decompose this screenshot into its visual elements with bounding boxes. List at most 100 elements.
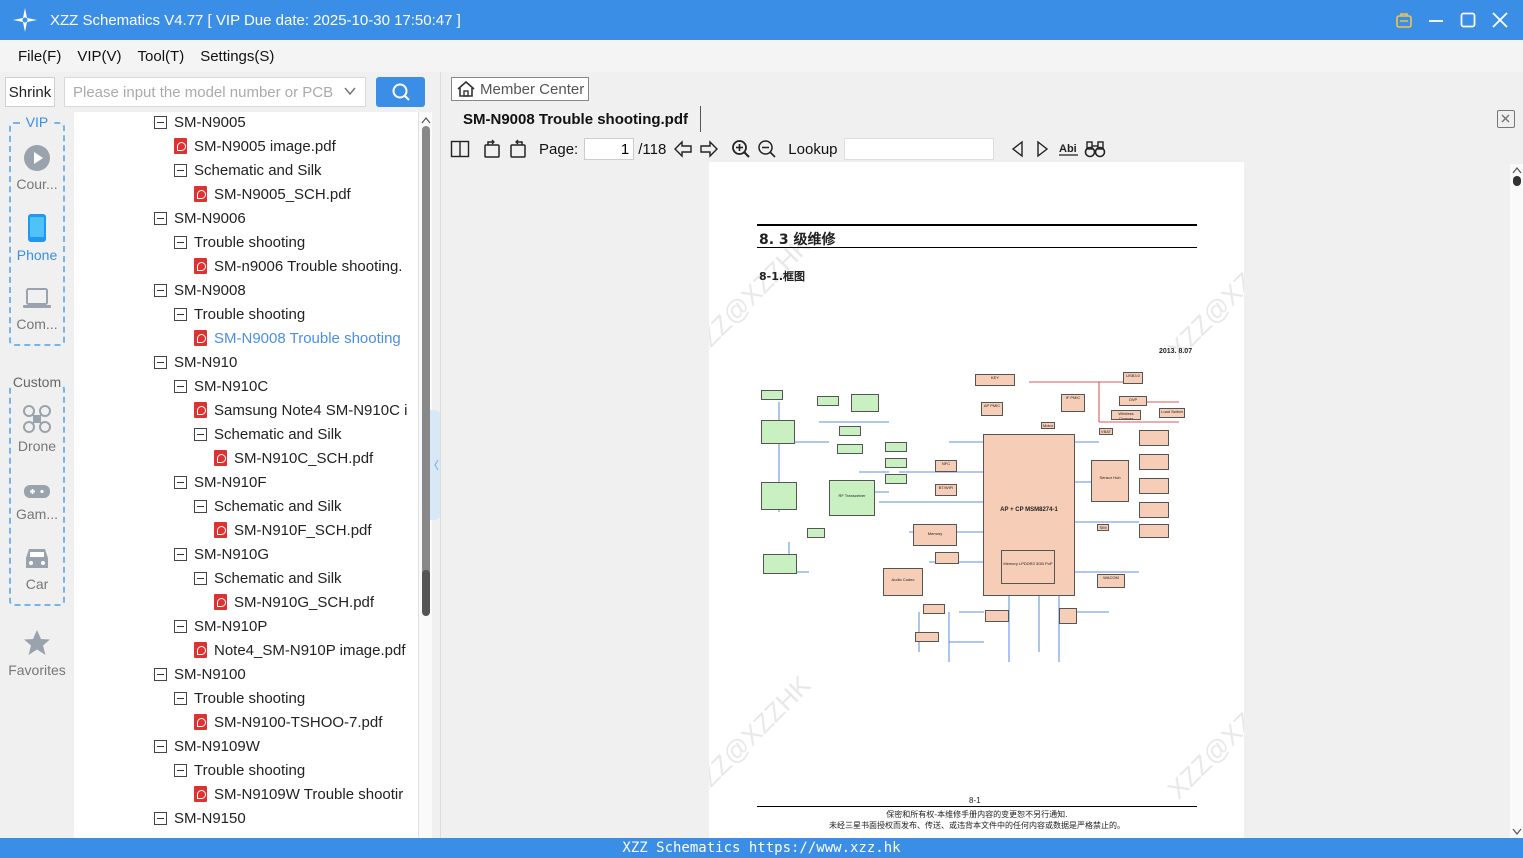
collapse-toggle-icon[interactable] [174, 619, 187, 633]
tree-folder-item[interactable]: SM-N9150 [154, 806, 246, 830]
wireless-charger-block: Wireless Charger [1111, 410, 1141, 420]
tree-file-item[interactable]: SM-N9109W Trouble shootir [194, 782, 403, 806]
collapse-toggle-icon[interactable] [154, 355, 167, 369]
collapse-toggle-icon[interactable] [174, 547, 187, 561]
next-page-icon[interactable] [698, 138, 720, 160]
nav-favorites[interactable]: Favorites [0, 628, 74, 678]
tree-file-item[interactable]: Samsung Note4 SM-N910C i [194, 398, 407, 422]
tree-file-item[interactable]: SM-n9006 Trouble shooting. [194, 254, 402, 278]
page-number-input[interactable] [584, 138, 635, 160]
viewer-scroll-thumb[interactable] [1513, 176, 1521, 186]
scroll-up-icon[interactable] [1511, 165, 1523, 175]
tree-folder-item[interactable]: SM-N910P [174, 614, 267, 638]
maximize-icon[interactable] [1459, 11, 1477, 29]
find-next-icon[interactable] [1032, 138, 1054, 160]
menu-file[interactable]: File(F) [10, 48, 69, 65]
tree-folder-item[interactable]: SM-N9006 [154, 206, 246, 230]
collapse-toggle-icon[interactable] [154, 667, 167, 681]
tree-folder-item[interactable]: SM-N910G [174, 542, 269, 566]
tree-folder-item[interactable]: Schematic and Silk [174, 158, 322, 182]
scroll-up-icon[interactable] [420, 115, 432, 125]
nav-computer[interactable]: Com... [0, 286, 74, 332]
collapse-toggle-icon[interactable] [174, 163, 187, 177]
nav-games[interactable]: Gam... [0, 480, 74, 522]
scroll-down-icon[interactable] [1511, 827, 1523, 837]
collapse-toggle-icon[interactable] [194, 571, 207, 585]
tree-folder-item[interactable]: SM-N910 [154, 350, 237, 374]
tree-file-item[interactable]: SM-N9100-TSHOO-7.pdf [194, 710, 382, 734]
prev-page-icon[interactable] [672, 138, 694, 160]
tree-file-item[interactable]: SM-N910G_SCH.pdf [214, 590, 374, 614]
match-case-icon[interactable]: Abi [1058, 138, 1080, 160]
collapse-toggle-icon[interactable] [154, 739, 167, 753]
collapse-toggle-icon[interactable] [174, 475, 187, 489]
tree-scroll-track[interactable] [422, 126, 430, 600]
tree-file-item[interactable]: SM-N910C_SCH.pdf [214, 446, 373, 470]
shrink-button[interactable]: Shrink [5, 77, 55, 107]
collapse-toggle-icon[interactable] [154, 811, 167, 825]
tree-folder-item[interactable]: Trouble shooting [174, 758, 305, 782]
rotate-right-icon[interactable] [507, 138, 529, 160]
viewer-scrollbar[interactable] [1510, 164, 1523, 838]
tree-item-label: SM-N9100 [174, 665, 246, 683]
nav-courses[interactable]: Cour... [0, 144, 74, 192]
chevron-down-icon[interactable] [343, 84, 357, 101]
pdf-viewport[interactable]: XZZ@XZZHK XZZ@XZZHK XZZ@XZZHK XZZ@XZZHK … [441, 162, 1523, 838]
nav-phone[interactable]: Phone [0, 213, 74, 263]
tree-folder-item[interactable]: Trouble shooting [174, 686, 305, 710]
collapse-toggle-icon[interactable] [194, 499, 207, 513]
diagram-block [1139, 502, 1169, 518]
tree-folder-item[interactable]: SM-N9100 [154, 662, 246, 686]
tree-folder-item[interactable]: Trouble shooting [174, 230, 305, 254]
tree-folder-item[interactable]: Schematic and Silk [194, 422, 342, 446]
tree-folder-item[interactable]: SM-N910C [174, 374, 268, 398]
collapse-toggle-icon[interactable] [174, 307, 187, 321]
tree-scroll-thumb[interactable] [422, 570, 430, 616]
find-prev-icon[interactable] [1006, 138, 1028, 160]
collapse-toggle-icon[interactable] [154, 283, 167, 297]
nav-drone[interactable]: Drone [0, 404, 74, 454]
close-icon[interactable] [1491, 11, 1509, 29]
sidebar-toggle-icon[interactable] [449, 138, 471, 160]
tree-folder-item[interactable]: Schematic and Silk [194, 494, 342, 518]
watermark: XZZ@XZZHK [709, 669, 817, 805]
collapse-toggle-icon[interactable] [154, 211, 167, 225]
minimize-icon[interactable] [1427, 11, 1445, 29]
collapse-toggle-icon[interactable] [174, 763, 187, 777]
collapse-toggle-icon[interactable] [154, 115, 167, 129]
search-button[interactable] [376, 77, 425, 107]
tree-file-item[interactable]: SM-N9008 Trouble shooting [194, 326, 401, 350]
tree-folder-item[interactable]: SM-N9109W [154, 734, 260, 758]
menu-tool[interactable]: Tool(T) [130, 48, 193, 65]
tree-file-item[interactable]: SM-N9005_SCH.pdf [194, 182, 351, 206]
collapse-toggle-icon[interactable] [174, 379, 187, 393]
tree-file-item[interactable]: Note4_SM-N910P image.pdf [194, 638, 406, 662]
document-tab[interactable]: SM-N9008 Trouble shooting.pdf [451, 106, 702, 132]
rotate-left-icon[interactable] [481, 138, 503, 160]
tree-folder-item[interactable]: SM-N910F [174, 470, 267, 494]
tree-item-label: Trouble shooting [194, 305, 306, 323]
tree-folder-item[interactable]: SM-N9008 [154, 278, 246, 302]
collapse-toggle-icon[interactable] [194, 427, 207, 441]
member-center-button[interactable]: Member Center [451, 77, 589, 101]
menu-vip[interactable]: VIP(V) [69, 48, 129, 65]
close-tab-icon[interactable] [1497, 110, 1515, 128]
tree-folder-item[interactable]: SM-N9005 [154, 112, 246, 134]
zoom-in-icon[interactable] [730, 138, 752, 160]
collapse-toggle-icon[interactable] [174, 235, 187, 249]
tree-file-item[interactable]: SM-N9005 image.pdf [174, 134, 336, 158]
ap-pmic-block: AP PMIC [981, 402, 1003, 416]
collapse-toggle-icon[interactable] [174, 691, 187, 705]
pdf-icon [214, 522, 227, 538]
tree-folder-item[interactable]: Schematic and Silk [194, 566, 342, 590]
binoculars-icon[interactable] [1084, 138, 1106, 160]
model-search-input[interactable] [73, 83, 333, 101]
tree-file-item[interactable]: SM-N910F_SCH.pdf [214, 518, 372, 542]
tree-folder-item[interactable]: Trouble shooting [174, 302, 305, 326]
menu-settings[interactable]: Settings(S) [192, 48, 282, 65]
diagram-date: 2013. 8.07 [1159, 348, 1193, 355]
nav-car[interactable]: Car [0, 544, 74, 592]
vip-badge-icon[interactable] [1395, 11, 1413, 29]
lookup-input[interactable] [843, 138, 994, 160]
zoom-out-icon[interactable] [756, 138, 778, 160]
